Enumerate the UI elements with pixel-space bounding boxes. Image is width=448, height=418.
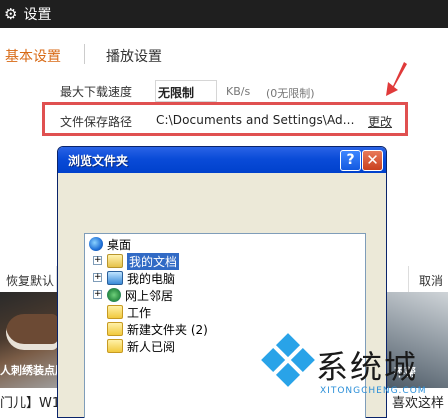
tree-item-my-documents[interactable]: 我的文档 [107, 252, 180, 270]
my-computer-icon [107, 271, 123, 285]
tree-item-folder-read[interactable]: 新人已阅 [107, 338, 175, 354]
max-speed-label: 最大下载速度 [60, 84, 133, 99]
tab-basic-settings[interactable]: 基本设置 [5, 46, 61, 66]
watermark-text: 系统城 [316, 348, 419, 386]
watermark-logo-icon [261, 333, 315, 387]
speed-note: (0无限制) [266, 87, 315, 100]
dialog-title: 浏览文件夹 [68, 154, 129, 168]
tree-item-label: 新建文件夹 (2) [127, 322, 208, 337]
highlight-box [42, 102, 408, 136]
window-title: 设置 [23, 7, 52, 23]
tree-item-label: 新人已阅 [127, 339, 176, 354]
gear-icon: ⚙ [4, 4, 18, 23]
tree-item-desktop[interactable]: 桌面 [89, 236, 131, 252]
red-arrow-icon [386, 62, 407, 96]
max-speed-input[interactable]: 无限制 [155, 80, 217, 102]
settings-titlebar: ⚙ 设置 [0, 0, 448, 28]
tree-item-my-computer[interactable]: 我的电脑 [107, 270, 175, 286]
folder-icon [107, 339, 123, 353]
folder-icon [107, 322, 123, 336]
speed-unit: KB/s [226, 85, 251, 98]
folder-icon [107, 305, 123, 319]
tab-divider [84, 44, 85, 64]
tree-item-label: 桌面 [107, 237, 132, 252]
expand-network-icon[interactable]: + [93, 290, 102, 299]
news-left-headline[interactable]: 门儿】W1 [0, 392, 60, 411]
tree-item-folder-new[interactable]: 新建文件夹 (2) [107, 321, 208, 337]
tree-item-network[interactable]: 网上邻居 [107, 287, 173, 303]
restore-defaults-label: 恢复默认 [6, 274, 55, 288]
tree-item-folder-work[interactable]: 工作 [107, 304, 151, 320]
shoe-image [6, 314, 58, 350]
tree-item-label: 网上邻居 [125, 288, 174, 303]
cancel-button[interactable]: 取消 [408, 266, 448, 292]
close-button[interactable]: ✕ [362, 150, 383, 171]
tree-item-label: 我的文档 [127, 252, 180, 270]
my-documents-icon [107, 254, 123, 268]
cancel-label: 取消 [419, 274, 444, 288]
expand-my-computer-icon[interactable]: + [93, 273, 102, 282]
dialog-titlebar: 浏览文件夹 ? ✕ [58, 147, 386, 173]
restore-defaults-button[interactable]: 恢复默认 [0, 266, 57, 292]
desktop-icon [89, 237, 103, 251]
watermark-subtext: XITONGCHENG.COM [320, 386, 427, 396]
help-button[interactable]: ? [340, 150, 361, 171]
tree-item-label: 工作 [127, 305, 152, 320]
network-icon [107, 288, 121, 302]
expand-my-documents-icon[interactable]: + [93, 256, 102, 265]
tab-playback-settings[interactable]: 播放设置 [106, 46, 162, 66]
tree-item-label: 我的电脑 [127, 271, 176, 286]
